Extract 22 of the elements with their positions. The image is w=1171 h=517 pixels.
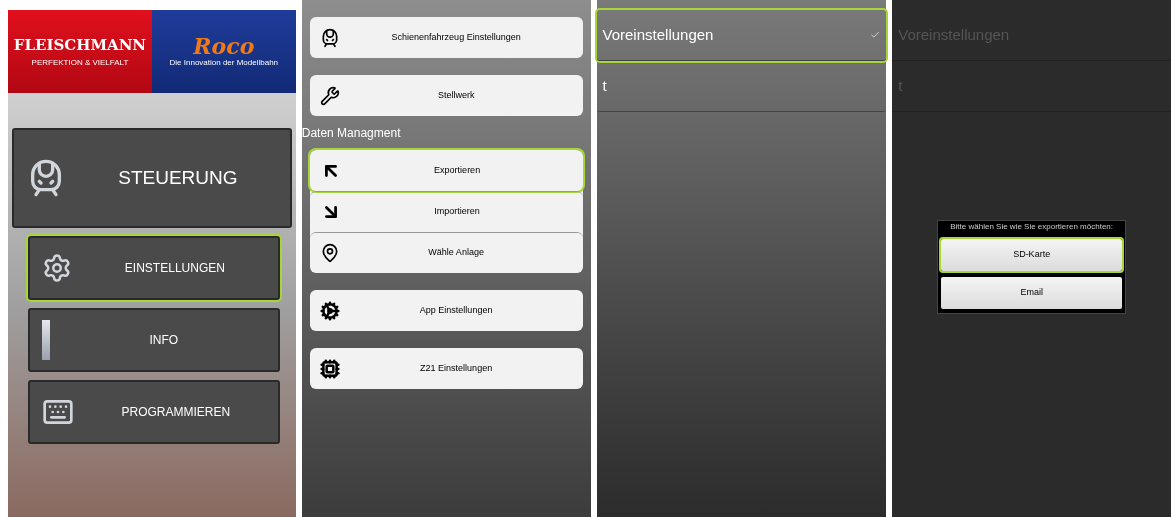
menu-item[interactable]: Stellwerk [309,75,583,116]
menu-button[interactable]: INFO [28,308,280,372]
dialog-message: Bitte wählen Sie wie Sie exportieren möchten: [949,221,1114,233]
menu-item[interactable]: Schienenfahrzeug Einstellungen [309,17,583,58]
menu-button[interactable]: EINSTELLUNGEN [28,236,280,300]
menu-item[interactable]: Exportieren [309,150,583,191]
logo-tagline: PERFEKTION & VIELFALT [31,56,129,69]
logo-name: FLEISCHMANN [13,35,147,57]
dialog-button[interactable]: Email [941,277,1122,309]
dialog-button[interactable]: SD-Karte [941,239,1122,271]
menu-item[interactable]: Wähle Anlage [309,232,583,273]
section-heading: Daten Managment [301,125,402,142]
menu-button[interactable]: STEUERUNG [12,128,292,228]
menu-button[interactable]: PROGRAMMIEREN [28,380,280,444]
list-item[interactable]: Voreinstellungen [596,10,887,61]
logo-name: Roco [193,34,255,57]
menu-item[interactable]: Importieren [309,191,583,232]
menu-item[interactable]: App Einstellungen [309,290,583,331]
logo-tagline: Die Innovation der Modellbahn [169,56,279,69]
menu-item[interactable]: Z21 Einstellungen [309,348,583,389]
list-item[interactable]: t [596,61,887,112]
wrench-icon [319,85,340,106]
